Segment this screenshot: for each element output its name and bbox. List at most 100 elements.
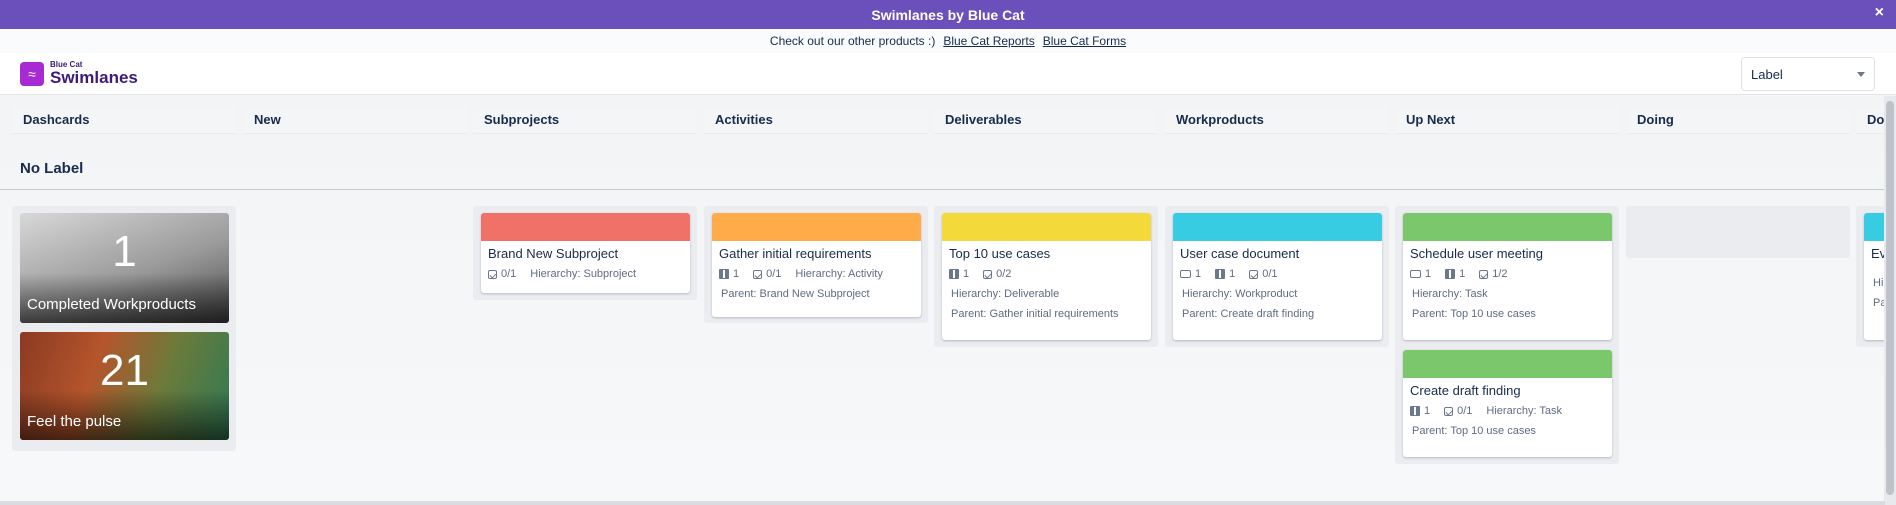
checklist-icon [1479, 269, 1489, 279]
dashcard-number: 21 [100, 346, 149, 395]
card-hierarchy: Hierarchy: Workproduct [1182, 288, 1298, 300]
logo-big-text: Swimlanes [50, 68, 138, 87]
card-color-band [481, 213, 690, 241]
blue-cat-forms-link[interactable]: Blue Cat Forms [1043, 34, 1126, 48]
promo-banner: Swimlanes by Blue Cat × [0, 0, 1896, 29]
card-color-band [712, 213, 921, 241]
attachment-count: 1 [1229, 268, 1236, 280]
card-title: User case document [1180, 246, 1300, 261]
attachment-icon [1215, 269, 1226, 279]
card[interactable]: Schedule user meeting 1 1 1/2 Hierarchy:… [1403, 213, 1612, 340]
card-title: Gather initial requirements [719, 246, 872, 261]
card-meta: 1 0/1 Hierarchy: Task [1403, 401, 1612, 421]
comment-icon [1180, 270, 1191, 278]
card-color-band [1864, 213, 1885, 241]
blue-cat-reports-link[interactable]: Blue Cat Reports [943, 34, 1034, 48]
column-header-deliverables: Deliverables [934, 106, 1158, 134]
attachment-icon [1410, 406, 1420, 416]
lane-title[interactable]: No Label [20, 160, 83, 177]
attachment-icon [1445, 269, 1456, 279]
card[interactable]: Gather initial requirements 1 0/1 Hierar… [712, 213, 921, 317]
attachment-count: 1 [733, 268, 740, 280]
attachment-icon [719, 269, 729, 279]
swimmer-icon: ≈ [20, 61, 44, 86]
horizontal-scrollbar[interactable] [0, 501, 1885, 505]
card[interactable]: User case document 1 1 0/1 Hierarchy: Wo… [1173, 213, 1382, 340]
card-color-band [942, 213, 1151, 241]
card[interactable]: Ev Hi Pa [1864, 213, 1885, 340]
checklist-count: 0/1 [766, 268, 782, 280]
card[interactable]: Top 10 use cases 1 0/2 Hierarchy: Delive… [942, 213, 1151, 340]
column-header-dashcards: Dashcards [12, 106, 236, 134]
comment-icon [1410, 270, 1421, 278]
card-parent: Parent: Brand New Subproject [721, 288, 870, 300]
card-parent: Pa [1873, 297, 1885, 309]
card-meta: 1 1 1/2 [1403, 264, 1612, 284]
card-color-band [1403, 213, 1612, 241]
card[interactable]: Brand New Subproject 0/1 Hierarchy: Subp… [481, 213, 690, 293]
close-icon[interactable]: × [1875, 4, 1884, 22]
checklist-count: 1/2 [1492, 268, 1508, 280]
column-header-new: New [243, 106, 467, 134]
column-header-subprojects: Subprojects [473, 106, 697, 134]
column-header-workproducts: Workproducts [1165, 106, 1389, 134]
group-by-value: Label [1751, 66, 1783, 82]
comment-count: 1 [1195, 268, 1202, 280]
card-title: Top 10 use cases [949, 246, 1051, 261]
board: Dashcards New Subprojects Activities Del… [0, 96, 1885, 505]
card-hierarchy: Hi [1873, 277, 1884, 289]
attachment-count: 1 [1424, 405, 1431, 417]
checklist-icon [983, 269, 993, 279]
card-hierarchy: Hierarchy: Activity [795, 268, 883, 280]
card-color-band [1173, 213, 1382, 241]
card-hierarchy: Hierarchy: Task [1486, 405, 1563, 417]
card-meta: 1 1 0/1 [1173, 264, 1382, 284]
column-header-up-next: Up Next [1395, 106, 1619, 134]
products-line: Check out our other products :) Blue Cat… [0, 29, 1896, 53]
card-hierarchy: Hierarchy: Subproject [530, 268, 637, 280]
dashcard[interactable]: 1 Completed Workproducts [20, 213, 229, 323]
checklist-count: 0/1 [501, 268, 517, 280]
card-title: Brand New Subproject [488, 246, 619, 261]
promo-title: Swimlanes by Blue Cat [871, 6, 1025, 23]
card-parent: Parent: Gather initial requirements [951, 308, 1119, 320]
lane-divider [0, 189, 1885, 190]
checklist-count: 0/1 [1457, 405, 1473, 417]
app-header: ≈ Blue Cat Swimlanes Label [0, 53, 1896, 95]
card-hierarchy: Hierarchy: Task [1412, 288, 1488, 300]
doing-column [1626, 206, 1850, 258]
card-meta: 0/1 Hierarchy: Subproject [481, 264, 690, 284]
checklist-icon [1249, 269, 1259, 279]
checklist-count: 0/1 [1262, 268, 1278, 280]
card-color-band [1403, 350, 1612, 378]
dashcard-label: Completed Workproducts [27, 296, 196, 313]
dashcard[interactable]: 21 Feel the pulse [20, 332, 229, 440]
card-title: Schedule user meeting [1410, 246, 1543, 261]
card-title: Ev [1871, 246, 1885, 261]
dashcard-number: 1 [112, 227, 137, 276]
group-by-select[interactable]: Label [1741, 57, 1875, 91]
comment-count: 1 [1425, 268, 1432, 280]
chevron-down-icon [1857, 72, 1865, 77]
vertical-scrollbar-thumb[interactable] [1886, 101, 1894, 495]
card-title: Create draft finding [1410, 383, 1521, 398]
card-hierarchy: Hierarchy: Deliverable [951, 288, 1060, 300]
attachment-icon [949, 269, 959, 279]
column-header-activities: Activities [704, 106, 928, 134]
card-meta: 1 0/2 [942, 264, 1151, 284]
attachment-count: 1 [963, 268, 970, 280]
column-header-done: Do [1856, 106, 1885, 134]
card-parent: Parent: Top 10 use cases [1412, 308, 1536, 320]
column-header-doing: Doing [1626, 106, 1850, 134]
card-meta: 1 0/1 Hierarchy: Activity [712, 264, 921, 284]
app-logo[interactable]: ≈ Blue Cat Swimlanes [20, 61, 138, 86]
checklist-icon [1444, 406, 1454, 416]
card-parent: Parent: Top 10 use cases [1412, 425, 1536, 437]
checklist-count: 0/2 [996, 268, 1012, 280]
products-text: Check out our other products :) [769, 34, 936, 48]
checklist-icon [488, 269, 497, 279]
dashcard-label: Feel the pulse [27, 413, 122, 430]
card[interactable]: Create draft finding 1 0/1 Hierarchy: Ta… [1403, 350, 1612, 457]
card-parent: Parent: Create draft finding [1182, 308, 1315, 320]
attachment-count: 1 [1459, 268, 1466, 280]
